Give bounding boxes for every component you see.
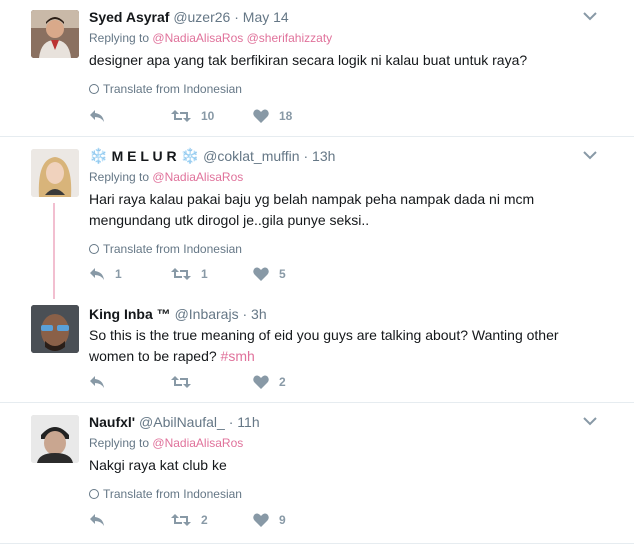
reply-button[interactable]	[89, 109, 171, 123]
reply-icon	[90, 514, 104, 526]
tweet-header: King Inba ™ @Inbarajs · 3h	[89, 305, 594, 323]
reply-button[interactable]	[89, 375, 171, 389]
heart-icon	[253, 513, 269, 527]
retweet-icon	[171, 376, 191, 388]
chevron-down-icon[interactable]	[582, 8, 598, 24]
separator-dot: ·	[242, 306, 248, 322]
tweet-text: designer apa yang tak berfikiran secara …	[89, 52, 528, 68]
tweet-1[interactable]: Syed Asyraf @uzer26 · May 14 Replying to…	[0, 0, 634, 136]
tweet-actions: 10 18	[89, 106, 335, 126]
tweet-text: Hari raya kalau pakai baju yg belah namp…	[89, 191, 535, 228]
like-button[interactable]: 5	[253, 267, 335, 281]
replying-label: Replying to	[89, 170, 150, 184]
translate-label[interactable]: Translate from Indonesian	[103, 487, 242, 501]
retweet-count: 1	[201, 267, 208, 281]
separator-dot: ·	[234, 9, 239, 25]
tweet-4[interactable]: Naufxl' @AbilNaufal_ · 11h Replying to @…	[0, 403, 634, 543]
replying-label: Replying to	[89, 436, 150, 450]
replying-to: Replying to @NadiaAlisaRos	[89, 435, 594, 451]
avatar[interactable]	[31, 415, 79, 463]
display-name[interactable]: M E L U R	[112, 148, 177, 164]
retweet-button[interactable]: 2	[171, 513, 253, 527]
avatar[interactable]	[31, 10, 79, 58]
like-button[interactable]: 2	[253, 375, 335, 389]
avatar-photo	[31, 149, 79, 197]
globe-icon	[89, 244, 99, 254]
retweet-button[interactable]: 1	[171, 267, 253, 281]
tweet-3[interactable]: King Inba ™ @Inbarajs · 3h So this is th…	[0, 297, 634, 402]
tweet-header: Naufxl' @AbilNaufal_ · 11h	[89, 413, 594, 431]
replying-label: Replying to	[89, 31, 150, 45]
like-count: 9	[279, 513, 286, 527]
timestamp[interactable]: 11h	[237, 414, 259, 430]
hashtag-link[interactable]: #smh	[221, 348, 255, 364]
username[interactable]: @AbilNaufal_	[139, 414, 225, 430]
reply-button[interactable]	[89, 513, 171, 527]
reply-icon	[90, 376, 104, 388]
translate-label[interactable]: Translate from Indonesian	[103, 82, 242, 96]
like-button[interactable]: 18	[253, 109, 335, 123]
username[interactable]: @uzer26	[173, 9, 230, 25]
replying-to: Replying to @NadiaAlisaRos @sherifahizza…	[89, 30, 594, 46]
display-name[interactable]: King Inba ™	[89, 306, 171, 322]
translate-label[interactable]: Translate from Indonesian	[103, 242, 242, 256]
reply-count: 1	[115, 267, 122, 281]
globe-icon	[89, 84, 99, 94]
tweet-actions: 2	[89, 372, 335, 392]
avatar[interactable]	[31, 149, 79, 197]
heart-icon	[253, 267, 269, 281]
like-button[interactable]: 9	[253, 513, 335, 527]
heart-icon	[253, 109, 269, 123]
timestamp[interactable]: 13h	[312, 148, 335, 164]
translate-link[interactable]: Translate from Indonesian	[89, 81, 594, 97]
reply-button[interactable]: 1	[89, 267, 171, 281]
tweet-header: Syed Asyraf @uzer26 · May 14	[89, 8, 594, 26]
like-count: 2	[279, 375, 286, 389]
tweet-actions: 1 1 5	[89, 264, 335, 284]
username[interactable]: @Inbarajs	[175, 306, 239, 322]
globe-icon	[89, 489, 99, 499]
chevron-down-icon[interactable]	[582, 147, 598, 163]
tweet-text: So this is the true meaning of eid you g…	[89, 325, 594, 367]
retweet-button[interactable]	[171, 375, 253, 389]
retweet-icon	[171, 514, 191, 526]
replying-mentions[interactable]: @NadiaAlisaRos	[152, 436, 243, 450]
tweet-text-body: So this is the true meaning of eid you g…	[89, 327, 559, 364]
tweet-text: Nakgi raya kat club ke	[89, 457, 227, 473]
retweet-count: 2	[201, 513, 208, 527]
translate-link[interactable]: Translate from Indonesian	[89, 241, 594, 257]
display-name[interactable]: Naufxl'	[89, 414, 135, 430]
avatar-photo	[31, 415, 79, 463]
retweet-icon	[171, 268, 191, 280]
like-count: 18	[279, 109, 293, 123]
separator-dot: ·	[228, 414, 234, 430]
snowflake-icon: ❄️	[89, 148, 108, 165]
heart-icon	[253, 375, 269, 389]
like-count: 5	[279, 267, 286, 281]
username[interactable]: @coklat_muffin	[203, 148, 299, 164]
divider	[0, 543, 634, 544]
retweet-count: 10	[201, 109, 215, 123]
avatar-photo	[31, 10, 79, 58]
timestamp[interactable]: 3h	[251, 306, 267, 322]
avatar[interactable]	[31, 305, 79, 353]
tweet-2[interactable]: ❄️ M E L U R ❄️ @coklat_muffin · 13h Rep…	[0, 137, 634, 299]
thread-line	[53, 203, 55, 299]
replying-mentions[interactable]: @NadiaAlisaRos	[152, 170, 243, 184]
snowflake-icon: ❄️	[180, 148, 200, 165]
chevron-down-icon[interactable]	[582, 413, 598, 429]
reply-icon	[90, 268, 104, 280]
tweet-header: ❄️ M E L U R ❄️ @coklat_muffin · 13h	[89, 147, 594, 165]
retweet-button[interactable]: 10	[171, 109, 253, 123]
retweet-icon	[171, 110, 191, 122]
translate-link[interactable]: Translate from Indonesian	[89, 486, 594, 502]
separator-dot: ·	[303, 148, 309, 164]
replying-mentions[interactable]: @NadiaAlisaRos @sherifahizzaty	[152, 31, 332, 45]
replying-to: Replying to @NadiaAlisaRos	[89, 169, 594, 185]
reply-icon	[90, 110, 104, 122]
timestamp[interactable]: May 14	[243, 9, 289, 25]
avatar-photo	[31, 305, 79, 353]
display-name[interactable]: Syed Asyraf	[89, 9, 169, 25]
tweet-actions: 2 9	[89, 510, 335, 530]
